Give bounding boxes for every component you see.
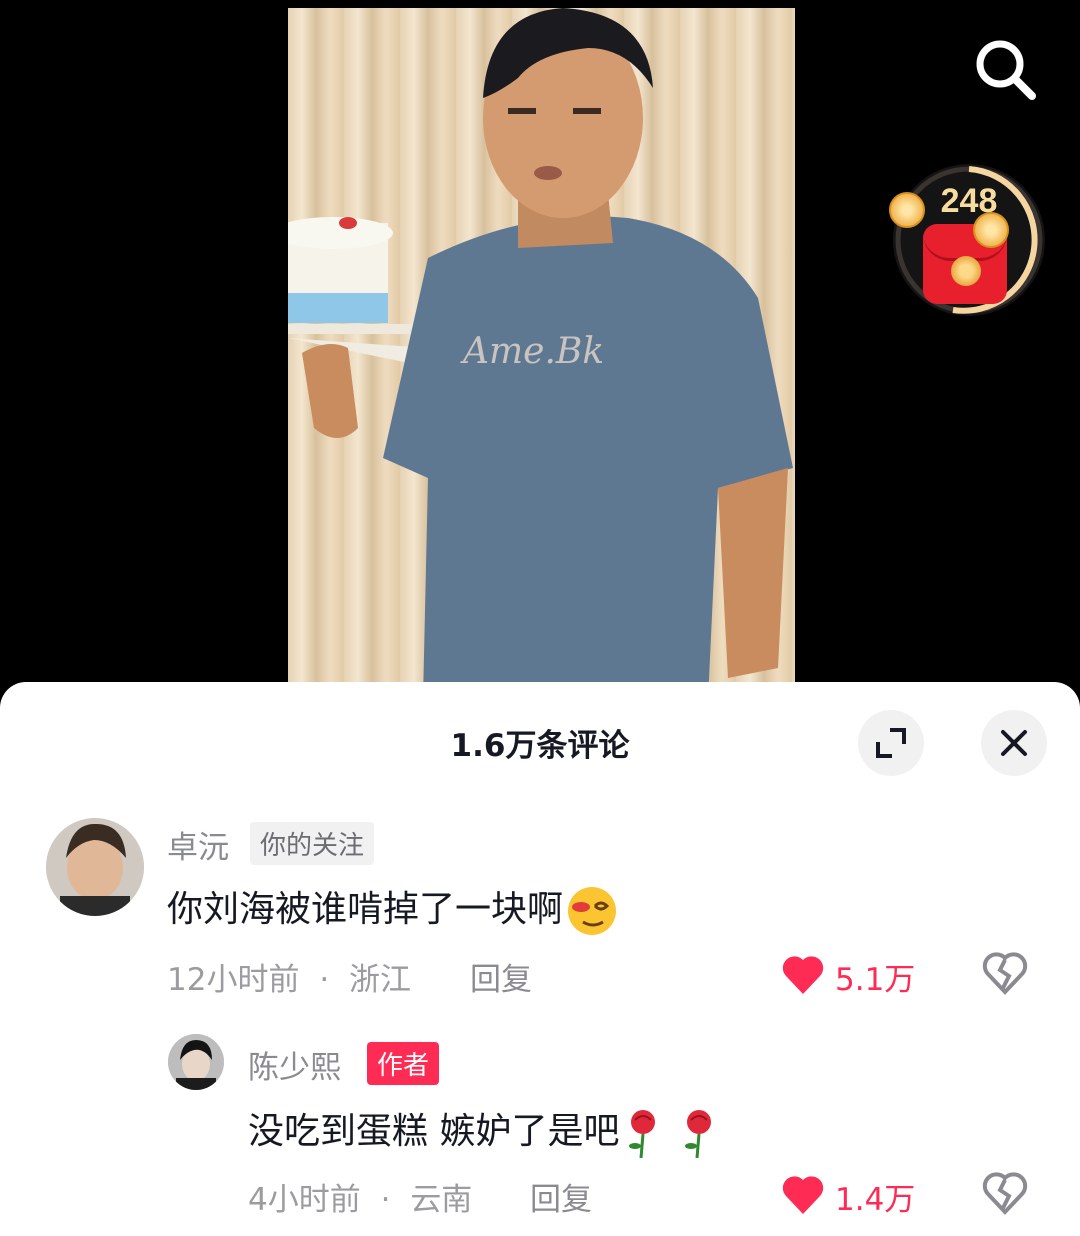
comment-location: 浙江 [349,962,412,998]
comment-username[interactable]: 陈少熙 [248,1042,341,1087]
comment-text: 没吃到蛋糕 嫉妒了是吧 [248,1102,721,1160]
comment-time: 12小时前 [167,962,300,998]
comment-meta: 4小时前 · 云南 [248,1174,472,1219]
broken-heart-icon[interactable] [982,950,1028,996]
search-icon [976,40,1036,100]
comment-username[interactable]: 卓沅 [167,822,229,867]
comment-text: 你刘海被谁啃掉了一块啊 [167,880,619,938]
like-heart-icon[interactable] [780,952,826,996]
reply-button[interactable]: 回复 [530,1174,592,1219]
like-count: 1.4万 [835,1182,916,1218]
author-badge: 作者 [367,1042,440,1085]
comment-meta: 12小时前 · 浙江 [167,954,411,999]
comment-item: 陈少熙 作者 没吃到蛋糕 嫉妒了是吧 4小时前 · 云南 回复 1.4万 [0,1032,1080,1222]
close-icon [1001,730,1027,756]
video-still-image: Ame.Bk [288,8,793,700]
search-button[interactable] [970,36,1040,102]
meta-separator: · [319,962,330,998]
comment-item: 卓沅 你的关注 你刘海被谁啃掉了一块啊 12小时前 · 浙江 回复 5.1万 [0,812,1080,1002]
comment-time: 4小时前 [248,1182,361,1218]
close-button[interactable] [981,710,1047,776]
comment-text-content: 你刘海被谁啃掉了一块啊 [167,889,564,930]
comment-location: 云南 [410,1182,473,1218]
coin-icon [973,212,1009,248]
expand-icon [876,728,906,758]
following-badge: 你的关注 [250,822,375,865]
avatar[interactable] [46,818,144,916]
comment-text-content: 没吃到蛋糕 嫉妒了是吧 [248,1111,620,1152]
coin-icon [889,192,925,228]
avatar-image [46,818,144,916]
comments-panel: 1.6万条评论 卓沅 你的关注 你刘海被谁啃掉了一块啊 12小时前 · 浙江 回… [0,682,1080,1236]
broken-heart-icon[interactable] [982,1170,1028,1216]
meta-separator: · [380,1182,391,1218]
video-frame[interactable]: Ame.Bk [288,8,795,700]
like-count: 5.1万 [835,962,916,998]
svg-text:Ame.Bk: Ame.Bk [460,331,604,372]
avatar-image [168,1034,224,1090]
video-player[interactable]: Ame.Bk 248 [0,0,1080,700]
reply-button[interactable]: 回复 [470,954,532,999]
expand-button[interactable] [858,710,924,776]
like-heart-icon[interactable] [780,1172,826,1216]
dizzy-face-emoji-icon [568,887,617,935]
coin-reward-widget[interactable]: 248 [889,164,1045,316]
rose-emoji-icon [685,1110,712,1159]
avatar[interactable] [168,1034,224,1090]
rose-emoji-icon [629,1110,656,1159]
